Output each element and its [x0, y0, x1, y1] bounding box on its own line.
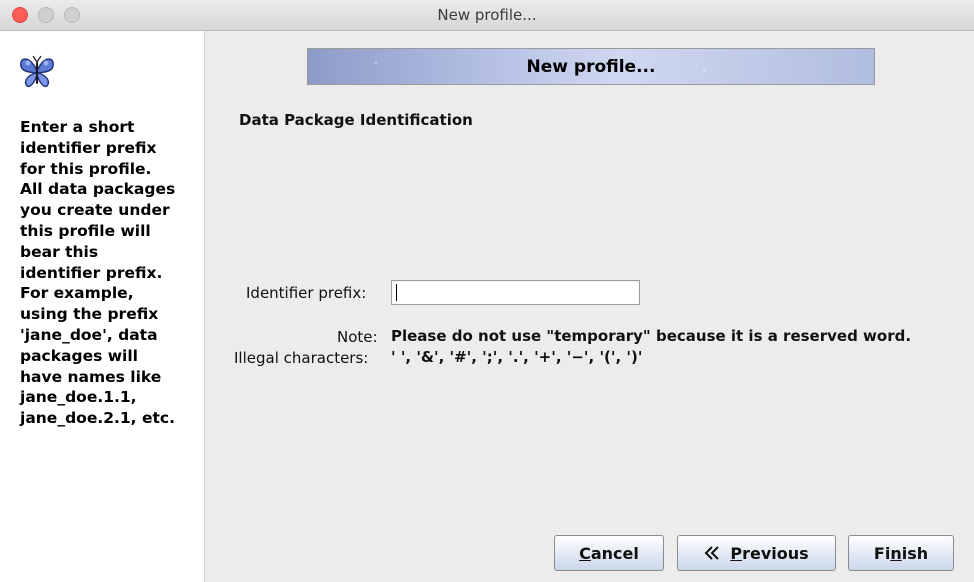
illegal-characters-label: Illegal characters: [234, 349, 369, 367]
illegal-characters-text: ' ', '&', '#', ';', '.', '+', '−', '(', … [391, 348, 643, 366]
text-caret [396, 284, 397, 301]
cancel-button[interactable]: Cancel [554, 535, 664, 571]
finish-label-pre: Fi [873, 543, 891, 563]
note-label: Note: [337, 328, 378, 346]
note-text: Please do not use "temporary" because it… [391, 327, 912, 345]
identifier-prefix-label: Identifier prefix: [246, 284, 367, 302]
cancel-mnemonic: C [579, 543, 591, 563]
butterfly-icon [20, 55, 54, 88]
identifier-prefix-input[interactable] [391, 280, 640, 305]
help-pane: Enter a short identifier prefix for this… [0, 31, 205, 582]
window-title: New profile... [437, 6, 537, 24]
cancel-label-post: ancel [590, 543, 639, 563]
dialog-window: New profile... Enter a short identifier … [0, 0, 974, 582]
previous-button[interactable]: Previous [677, 535, 836, 571]
title-bar: New profile... [0, 0, 974, 31]
previous-mnemonic: P [730, 543, 743, 563]
finish-label-post: ish [901, 543, 929, 563]
double-chevron-left-icon [704, 546, 720, 560]
finish-mnemonic: n [890, 543, 902, 563]
section-title: Data Package Identification [239, 111, 473, 129]
banner-title: New profile... [526, 57, 656, 77]
help-text: Enter a short identifier prefix for this… [20, 118, 176, 428]
finish-button[interactable]: Fi n ish [848, 535, 954, 571]
header-banner: New profile... [307, 48, 875, 85]
previous-label-post: revious [742, 543, 809, 563]
